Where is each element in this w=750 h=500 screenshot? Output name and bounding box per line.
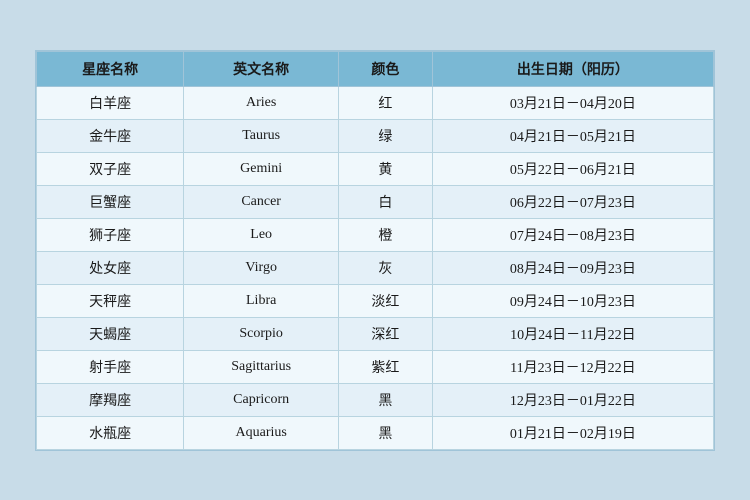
cell-chinese-name: 水瓶座 — [37, 416, 184, 449]
cell-dates: 07月24日－08月23日 — [432, 218, 713, 251]
cell-english-name: Leo — [184, 218, 339, 251]
cell-color: 绿 — [339, 119, 433, 152]
cell-dates: 01月21日－02月19日 — [432, 416, 713, 449]
table-row: 狮子座Leo橙07月24日－08月23日 — [37, 218, 714, 251]
cell-dates: 09月24日－10月23日 — [432, 284, 713, 317]
table-row: 金牛座Taurus绿04月21日－05月21日 — [37, 119, 714, 152]
cell-english-name: Cancer — [184, 185, 339, 218]
cell-color: 红 — [339, 86, 433, 119]
table-row: 双子座Gemini黄05月22日－06月21日 — [37, 152, 714, 185]
table-row: 射手座Sagittarius紫红11月23日－12月22日 — [37, 350, 714, 383]
cell-color: 白 — [339, 185, 433, 218]
cell-color: 橙 — [339, 218, 433, 251]
zodiac-table: 星座名称 英文名称 颜色 出生日期（阳历） 白羊座Aries红03月21日－04… — [36, 51, 714, 450]
table-row: 水瓶座Aquarius黑01月21日－02月19日 — [37, 416, 714, 449]
cell-chinese-name: 天蝎座 — [37, 317, 184, 350]
cell-chinese-name: 狮子座 — [37, 218, 184, 251]
cell-color: 黑 — [339, 416, 433, 449]
cell-color: 淡红 — [339, 284, 433, 317]
table-row: 天蝎座Scorpio深红10月24日－11月22日 — [37, 317, 714, 350]
cell-color: 紫红 — [339, 350, 433, 383]
cell-chinese-name: 处女座 — [37, 251, 184, 284]
cell-color: 深红 — [339, 317, 433, 350]
cell-color: 黑 — [339, 383, 433, 416]
cell-dates: 08月24日－09月23日 — [432, 251, 713, 284]
cell-dates: 11月23日－12月22日 — [432, 350, 713, 383]
table-row: 巨蟹座Cancer白06月22日－07月23日 — [37, 185, 714, 218]
cell-english-name: Libra — [184, 284, 339, 317]
cell-english-name: Taurus — [184, 119, 339, 152]
table-header-row: 星座名称 英文名称 颜色 出生日期（阳历） — [37, 51, 714, 86]
cell-english-name: Aries — [184, 86, 339, 119]
cell-english-name: Aquarius — [184, 416, 339, 449]
cell-english-name: Virgo — [184, 251, 339, 284]
cell-dates: 06月22日－07月23日 — [432, 185, 713, 218]
table-row: 白羊座Aries红03月21日－04月20日 — [37, 86, 714, 119]
cell-dates: 03月21日－04月20日 — [432, 86, 713, 119]
cell-chinese-name: 摩羯座 — [37, 383, 184, 416]
header-dates: 出生日期（阳历） — [432, 51, 713, 86]
cell-english-name: Sagittarius — [184, 350, 339, 383]
cell-english-name: Gemini — [184, 152, 339, 185]
cell-color: 黄 — [339, 152, 433, 185]
cell-chinese-name: 白羊座 — [37, 86, 184, 119]
cell-chinese-name: 双子座 — [37, 152, 184, 185]
cell-chinese-name: 天秤座 — [37, 284, 184, 317]
cell-dates: 04月21日－05月21日 — [432, 119, 713, 152]
cell-dates: 05月22日－06月21日 — [432, 152, 713, 185]
header-chinese-name: 星座名称 — [37, 51, 184, 86]
cell-english-name: Scorpio — [184, 317, 339, 350]
header-english-name: 英文名称 — [184, 51, 339, 86]
cell-chinese-name: 金牛座 — [37, 119, 184, 152]
cell-color: 灰 — [339, 251, 433, 284]
table-row: 处女座Virgo灰08月24日－09月23日 — [37, 251, 714, 284]
cell-dates: 10月24日－11月22日 — [432, 317, 713, 350]
cell-chinese-name: 巨蟹座 — [37, 185, 184, 218]
cell-english-name: Capricorn — [184, 383, 339, 416]
table-row: 摩羯座Capricorn黑12月23日－01月22日 — [37, 383, 714, 416]
cell-dates: 12月23日－01月22日 — [432, 383, 713, 416]
cell-chinese-name: 射手座 — [37, 350, 184, 383]
table-row: 天秤座Libra淡红09月24日－10月23日 — [37, 284, 714, 317]
zodiac-table-container: 星座名称 英文名称 颜色 出生日期（阳历） 白羊座Aries红03月21日－04… — [35, 50, 715, 451]
header-color: 颜色 — [339, 51, 433, 86]
